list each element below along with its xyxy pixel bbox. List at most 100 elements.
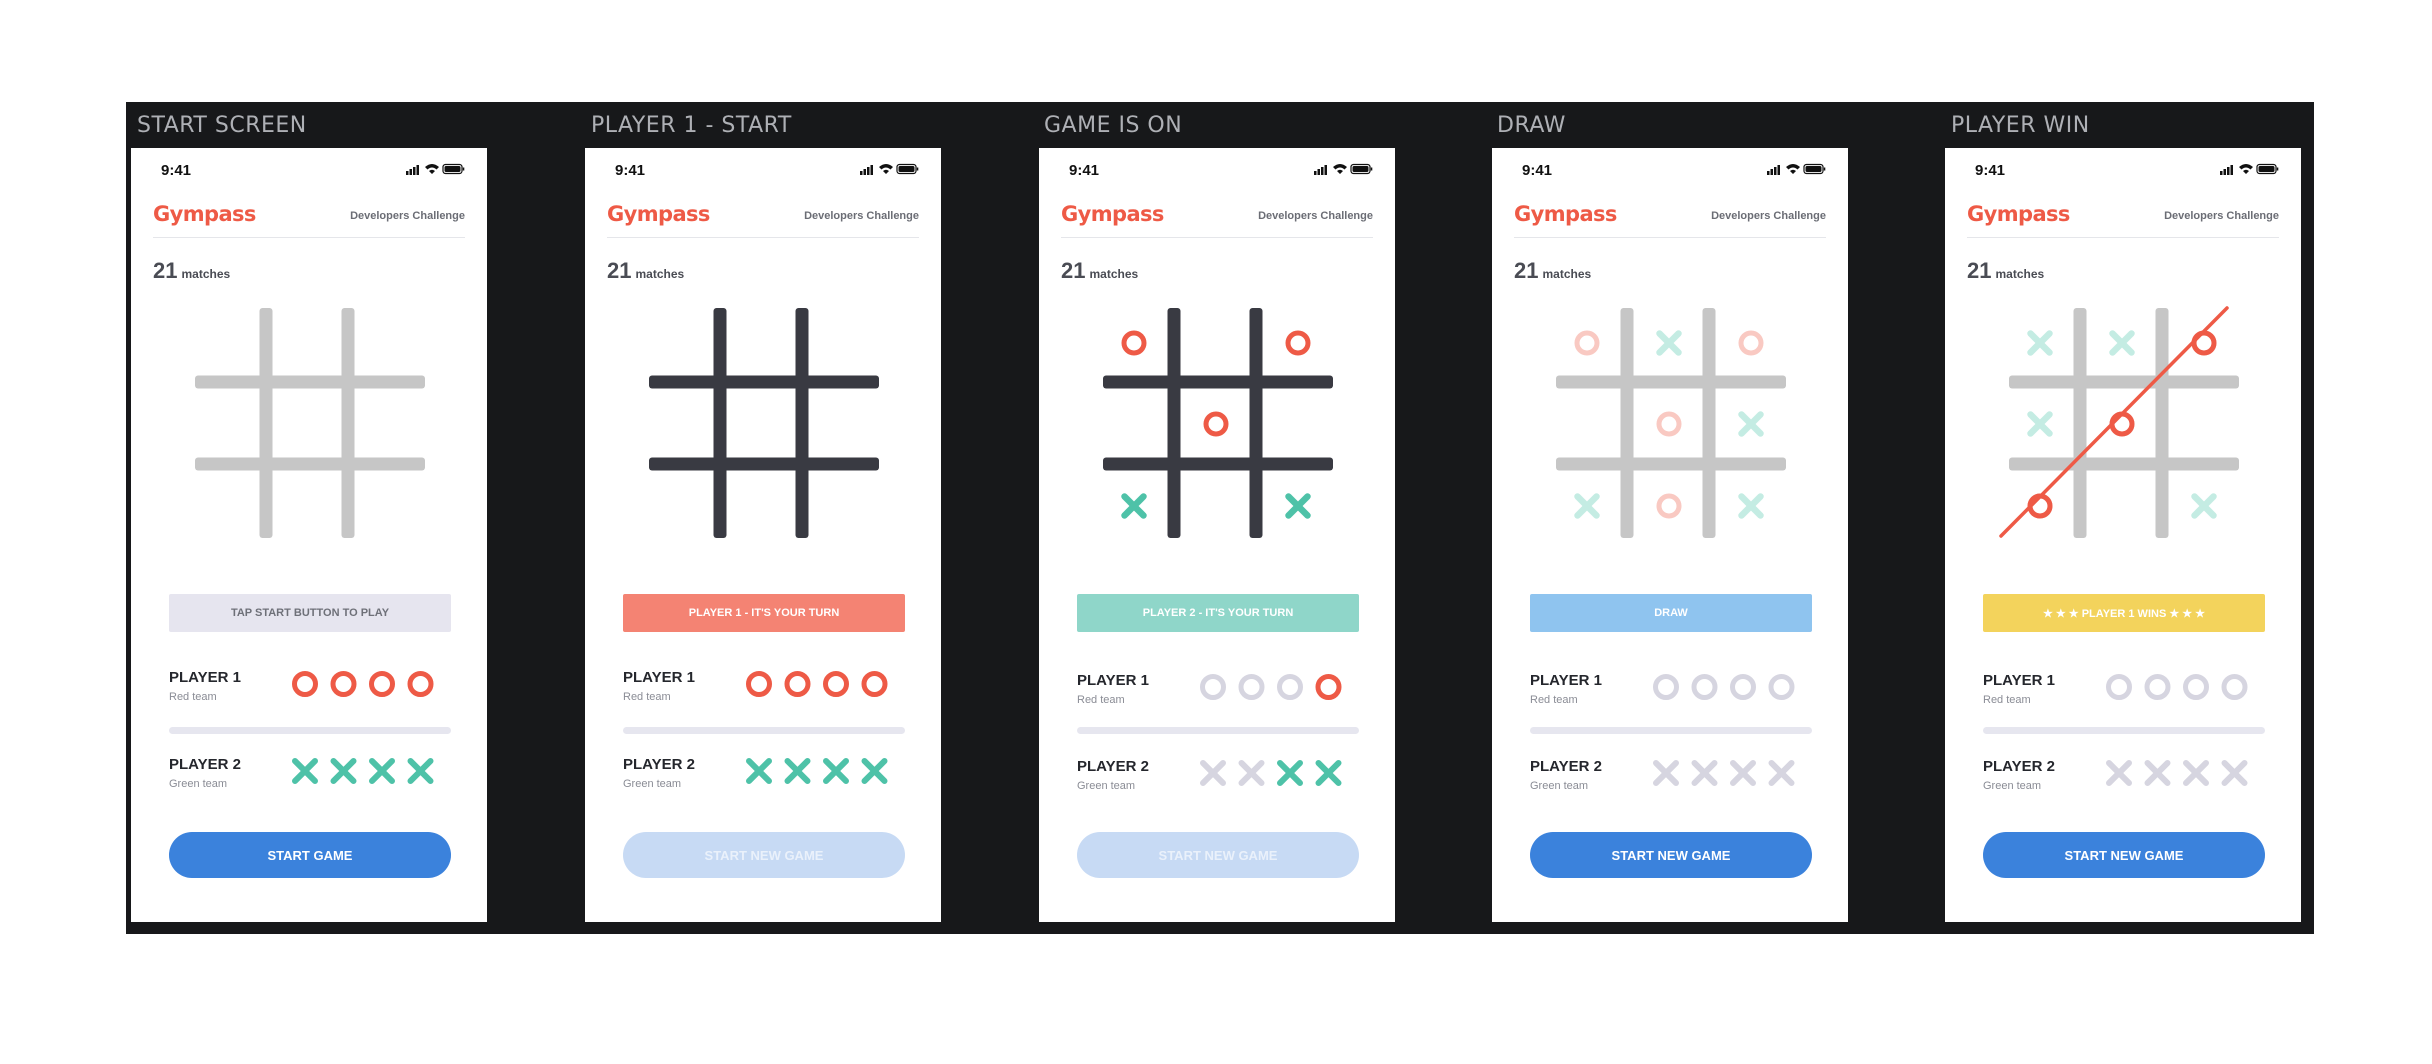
- board-mark-o: [1656, 411, 1682, 437]
- status-icons: [1767, 163, 1826, 175]
- wifi-icon: [1786, 164, 1800, 174]
- player2-token-x: [330, 758, 357, 784]
- gympass-logo: Gympass: [1514, 202, 1617, 226]
- grid-line-horizontal: [1556, 375, 1786, 389]
- screen-title: START SCREEN: [137, 113, 307, 138]
- grid-line-vertical: [1620, 308, 1634, 538]
- player1-token-o: [1768, 674, 1795, 700]
- status-banner: PLAYER 2 - IT'S YOUR TURN: [1077, 594, 1359, 632]
- header-divider: [1514, 237, 1826, 238]
- header-right-label: Developers Challenge: [2164, 210, 2279, 222]
- game-board[interactable]: [1945, 306, 2301, 558]
- winning-mark-o: [2109, 411, 2135, 437]
- board-mark-x: [1738, 411, 1764, 437]
- gympass-logo: Gympass: [607, 202, 710, 226]
- game-board[interactable]: [1492, 308, 1848, 558]
- signal-icon: [1767, 171, 1770, 175]
- start-new-game-button[interactable]: START NEW GAME: [1077, 832, 1359, 878]
- status-banner: TAP START BUTTON TO PLAY: [169, 594, 451, 632]
- grid-line-vertical: [259, 308, 273, 538]
- game-board[interactable]: [131, 308, 487, 558]
- player1-name: PLAYER 1: [169, 669, 241, 686]
- grid-line-horizontal: [1556, 457, 1786, 471]
- board-mark-x: [1121, 493, 1147, 519]
- player1-token-o: [1277, 674, 1303, 700]
- grid-line-horizontal: [649, 457, 879, 471]
- wifi-icon: [879, 164, 893, 174]
- player2-token-x: [1277, 760, 1303, 786]
- player2-tokens: [746, 758, 888, 784]
- player2-token-x: [2221, 760, 2248, 786]
- matches-label: matches: [1089, 267, 1139, 281]
- player1-team: Red team: [1077, 694, 1125, 706]
- player1-token-o: [2183, 674, 2209, 700]
- player1-team: Red team: [1983, 694, 2031, 706]
- grid-line-horizontal: [1103, 457, 1333, 471]
- grid-line-vertical: [1702, 308, 1716, 538]
- player2-name: PLAYER 2: [169, 756, 241, 773]
- player2-token-x: [1768, 760, 1795, 786]
- matches-counter: 21 matches: [1967, 258, 2044, 284]
- player1-token-o: [292, 671, 318, 697]
- player2-token-x: [1730, 760, 1756, 786]
- player2-token-x: [746, 758, 772, 784]
- player2-token-x: [861, 758, 888, 784]
- grid-line-vertical: [2073, 308, 2087, 538]
- game-board[interactable]: [585, 308, 941, 558]
- matches-counter: 21 matches: [153, 258, 230, 284]
- status-banner: DRAW: [1530, 594, 1812, 632]
- player2-token-x: [1315, 760, 1342, 786]
- player2-tokens: [292, 758, 434, 784]
- player1-tokens: [1200, 674, 1342, 700]
- matches-count: 21: [607, 258, 632, 283]
- player2-token-x: [1238, 760, 1265, 786]
- player1-team: Red team: [623, 691, 671, 703]
- players-divider: [1077, 727, 1359, 734]
- grid-line-horizontal: [2009, 375, 2239, 389]
- player1-name: PLAYER 1: [623, 669, 695, 686]
- start-game-button[interactable]: START GAME: [169, 832, 451, 878]
- player1-token-o: [746, 671, 772, 697]
- grid-line-vertical: [2155, 308, 2169, 538]
- grid-line-horizontal: [195, 457, 425, 471]
- players-divider: [169, 727, 451, 734]
- player2-token-x: [292, 758, 318, 784]
- start-new-game-button[interactable]: START NEW GAME: [623, 832, 905, 878]
- player1-token-o: [2144, 674, 2171, 700]
- player1-token-o: [330, 671, 357, 697]
- player1-name: PLAYER 1: [1530, 672, 1602, 689]
- status-icons: [2220, 163, 2279, 175]
- game-board[interactable]: [1039, 308, 1395, 558]
- player2-team: Green team: [1983, 780, 2042, 792]
- player1-token-o: [1730, 674, 1756, 700]
- header-divider: [153, 237, 465, 238]
- player1-tokens: [292, 671, 434, 697]
- status-time: 9:41: [1069, 162, 1100, 179]
- grid-line-horizontal: [649, 375, 879, 389]
- matches-count: 21: [1061, 258, 1086, 283]
- status-time: 9:41: [1975, 162, 2006, 179]
- status-time: 9:41: [1522, 162, 1553, 179]
- matches-label: matches: [1542, 267, 1592, 281]
- screen-title: DRAW: [1497, 113, 1566, 138]
- board-mark-o: [1285, 330, 1311, 356]
- player2-token-x: [369, 758, 395, 784]
- matches-counter: 21 matches: [1061, 258, 1138, 284]
- status-icons: [406, 163, 465, 175]
- screen-title: GAME IS ON: [1044, 113, 1183, 138]
- status-icons: [1314, 163, 1373, 175]
- player1-team: Red team: [169, 691, 217, 703]
- matches-counter: 21 matches: [607, 258, 684, 284]
- matches-label: matches: [635, 267, 685, 281]
- player2-token-x: [2183, 760, 2209, 786]
- player2-token-x: [2106, 760, 2132, 786]
- board-mark-x: [1574, 493, 1600, 519]
- player2-token-x: [1691, 760, 1718, 786]
- players-divider: [1983, 727, 2265, 734]
- start-new-game-button[interactable]: START NEW GAME: [1530, 832, 1812, 878]
- start-new-game-button[interactable]: START NEW GAME: [1983, 832, 2265, 878]
- gympass-logo: Gympass: [1061, 202, 1164, 226]
- board-mark-x: [2191, 493, 2217, 519]
- player1-team: Red team: [1530, 694, 1578, 706]
- player1-tokens: [746, 671, 888, 697]
